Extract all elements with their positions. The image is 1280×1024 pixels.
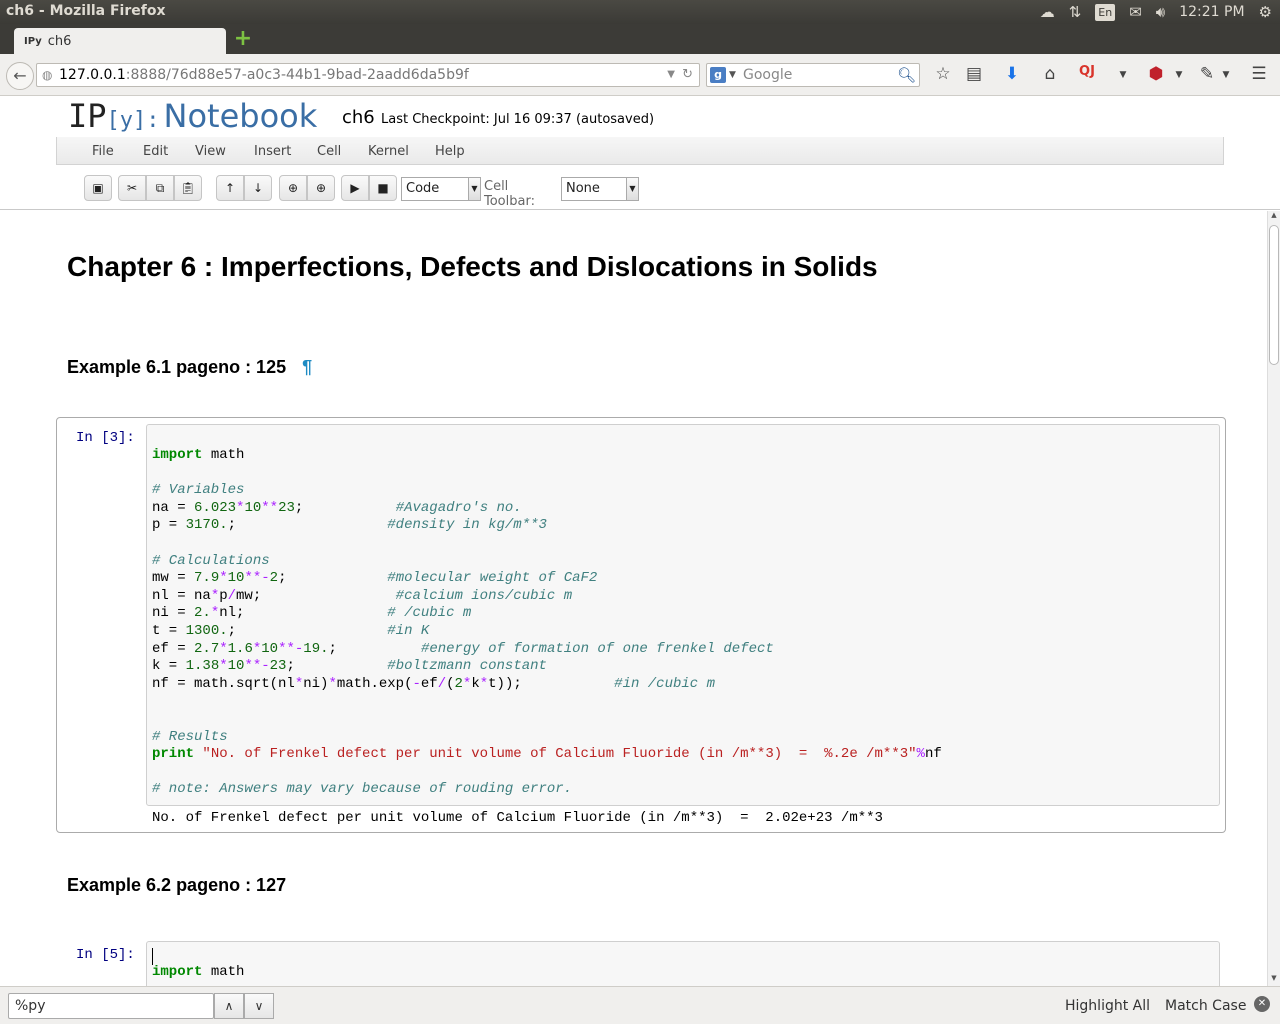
search-bar[interactable]: g ▼ Google 🔍︎ xyxy=(706,63,920,87)
move-up-icon[interactable]: ↑ xyxy=(216,175,244,201)
code-cell-selected[interactable]: In [3]: import math # Variables na = 6.0… xyxy=(56,417,1226,833)
scroll-up-icon[interactable]: ▲ xyxy=(1268,211,1280,223)
google-engine-icon[interactable]: g xyxy=(710,67,726,83)
cell-type-value: Code xyxy=(406,181,440,196)
reload-icon[interactable]: ↻ xyxy=(682,64,693,86)
insert-above-icon[interactable]: ⊕ xyxy=(279,175,307,201)
code-block: import math # Variables na = 6.023*10**2… xyxy=(152,447,942,798)
cloud-icon[interactable]: ☁ xyxy=(1040,3,1055,21)
cell-toolbar-dropdown-icon: ▼ xyxy=(626,178,638,200)
adblock-icon[interactable]: ⬢ xyxy=(1145,64,1167,84)
checkpoint-status: Last Checkpoint: Jul 16 09:37 (autosaved… xyxy=(381,112,655,127)
search-placeholder: Google xyxy=(743,67,793,83)
menu-kernel[interactable]: Kernel xyxy=(368,144,409,159)
logo-y: [y]: xyxy=(106,108,160,133)
code-editor-2[interactable]: import math xyxy=(146,941,1220,986)
find-input[interactable]: %py xyxy=(8,993,214,1019)
scroll-down-icon[interactable]: ▼ xyxy=(1268,974,1280,986)
insert-below-icon[interactable]: ⊕ xyxy=(307,175,335,201)
bookmarks-list-icon[interactable]: ▤ xyxy=(963,64,985,84)
notebook-name[interactable]: ch6 xyxy=(342,107,375,128)
engine-dropdown-icon[interactable]: ▼ xyxy=(729,64,736,86)
tab-strip: IPy ch6 + xyxy=(0,24,1280,54)
settings-gear-icon[interactable]: ⚙ xyxy=(1259,3,1272,21)
move-down-icon[interactable]: ↓ xyxy=(244,175,272,201)
menu-hamburger-icon[interactable]: ☰ xyxy=(1248,64,1270,84)
menu-help[interactable]: Help xyxy=(435,144,465,159)
url-path: :8888/76d88e57-a0c3-44b1-9bad-2aadd6da5b… xyxy=(125,67,469,83)
magnifier-icon[interactable]: 🔍︎ xyxy=(897,64,916,86)
code-block-2: import math xyxy=(152,964,245,980)
ipython-notebook-logo[interactable]: IP[y]: Notebook xyxy=(68,97,317,135)
back-arrow-icon[interactable]: ← xyxy=(6,62,34,90)
cell-type-dropdown-icon: ▼ xyxy=(468,178,480,200)
cell-toolbar-select[interactable]: None ▼ xyxy=(561,177,639,201)
network-icon[interactable]: ⇅ xyxy=(1069,3,1082,21)
code-cell[interactable]: In [5]: import math xyxy=(56,934,1226,986)
run-play-icon[interactable]: ▶ xyxy=(341,175,369,201)
input-prompt: In [3]: xyxy=(76,430,135,446)
cell-type-select[interactable]: Code ▼ xyxy=(401,177,481,201)
mail-icon[interactable]: ✉ xyxy=(1129,3,1142,21)
logo-ip: IP xyxy=(68,97,107,135)
input-prompt-2: In [5]: xyxy=(76,947,135,963)
example-6-1-title: Example 6.1 pageno : 125 xyxy=(67,357,287,377)
menu-edit[interactable]: Edit xyxy=(143,144,168,159)
extension-qj-icon[interactable]: QJ xyxy=(1076,64,1098,79)
ipython-favicon-icon: IPy xyxy=(24,35,42,47)
example-6-2-heading: Example 6.2 pageno : 127 xyxy=(67,875,287,895)
globe-icon: ◍ xyxy=(42,68,53,82)
save-icon[interactable]: ▣ xyxy=(84,175,112,201)
stop-icon[interactable]: ■ xyxy=(369,175,397,201)
copy-icon[interactable]: ⧉ xyxy=(146,175,174,201)
history-dropdown-icon[interactable]: ▼ xyxy=(667,64,675,86)
logo-notebook: Notebook xyxy=(163,97,318,135)
clock[interactable]: 12:21 PM xyxy=(1179,4,1244,20)
keyboard-layout-indicator[interactable]: En xyxy=(1095,3,1116,21)
find-bar: %py ∧ ∨ Highlight All Match Case ✕ xyxy=(0,986,1280,1024)
menu-view[interactable]: View xyxy=(195,144,226,159)
find-next-icon[interactable]: ∨ xyxy=(244,993,274,1019)
url-host: 127.0.0.1 xyxy=(59,67,126,83)
adblock-dropdown-icon[interactable]: ▼ xyxy=(1168,70,1190,80)
close-icon[interactable]: ✕ xyxy=(1254,996,1270,1012)
cell-toolbar-value: None xyxy=(566,181,600,196)
text-cursor xyxy=(152,948,153,965)
system-tray: ☁ ⇅ En ✉ 🔊︎ 12:21 PM ⚙ xyxy=(1040,0,1272,24)
cell-output: No. of Frenkel defect per unit volume of… xyxy=(152,810,883,826)
menu-cell[interactable]: Cell xyxy=(317,144,341,159)
menu-file[interactable]: File xyxy=(92,144,114,159)
volume-icon[interactable]: 🔊︎ xyxy=(1156,3,1165,21)
example-6-1-heading: Example 6.1 pageno : 125 ¶ xyxy=(67,357,312,378)
match-case-toggle[interactable]: Match Case xyxy=(1165,998,1246,1014)
menu-bar: File Edit View Insert Cell Kernel Help xyxy=(56,137,1224,165)
extension-dropdown-icon[interactable]: ▼ xyxy=(1112,70,1134,80)
chapter-heading: Chapter 6 : Imperfections, Defects and D… xyxy=(67,251,878,282)
os-title-bar: ch6 - Mozilla Firefox ☁ ⇅ En ✉ 🔊︎ 12:21 … xyxy=(0,0,1280,24)
browser-tab[interactable]: IPy ch6 xyxy=(14,28,226,54)
url-bar[interactable]: ◍ 127.0.0.1:8888/76d88e57-a0c3-44b1-9bad… xyxy=(36,63,700,87)
notebook-header: IP[y]: Notebook ch6 Last Checkpoint: Jul … xyxy=(0,97,1280,210)
cell-toolbar-label: Cell Toolbar: xyxy=(484,179,535,209)
paste-icon[interactable]: 📋︎ xyxy=(174,175,202,201)
window-title: ch6 - Mozilla Firefox xyxy=(6,3,166,19)
highlight-all-toggle[interactable]: Highlight All xyxy=(1065,998,1150,1014)
tab-title: ch6 xyxy=(47,33,72,49)
pilcrow-anchor-icon[interactable]: ¶ xyxy=(302,357,312,377)
navigation-bar: ← ◍ 127.0.0.1:8888/76d88e57-a0c3-44b1-9b… xyxy=(0,54,1280,96)
menu-insert[interactable]: Insert xyxy=(254,144,291,159)
scroll-thumb[interactable] xyxy=(1269,225,1279,365)
find-previous-icon[interactable]: ∧ xyxy=(214,993,244,1019)
notebook-area[interactable]: Chapter 6 : Imperfections, Defects and D… xyxy=(0,211,1268,986)
home-icon[interactable]: ⌂ xyxy=(1039,64,1061,84)
new-tab-plus-icon[interactable]: + xyxy=(232,28,254,50)
bookmark-star-icon[interactable]: ☆ xyxy=(932,64,954,84)
downloads-icon[interactable]: ⬇ xyxy=(1001,64,1023,84)
code-editor[interactable]: import math # Variables na = 6.023*10**2… xyxy=(146,424,1220,806)
tool-dropdown-icon[interactable]: ▼ xyxy=(1215,70,1237,80)
page-scrollbar[interactable]: ▲ ▼ xyxy=(1267,211,1280,986)
cut-icon[interactable]: ✂ xyxy=(118,175,146,201)
